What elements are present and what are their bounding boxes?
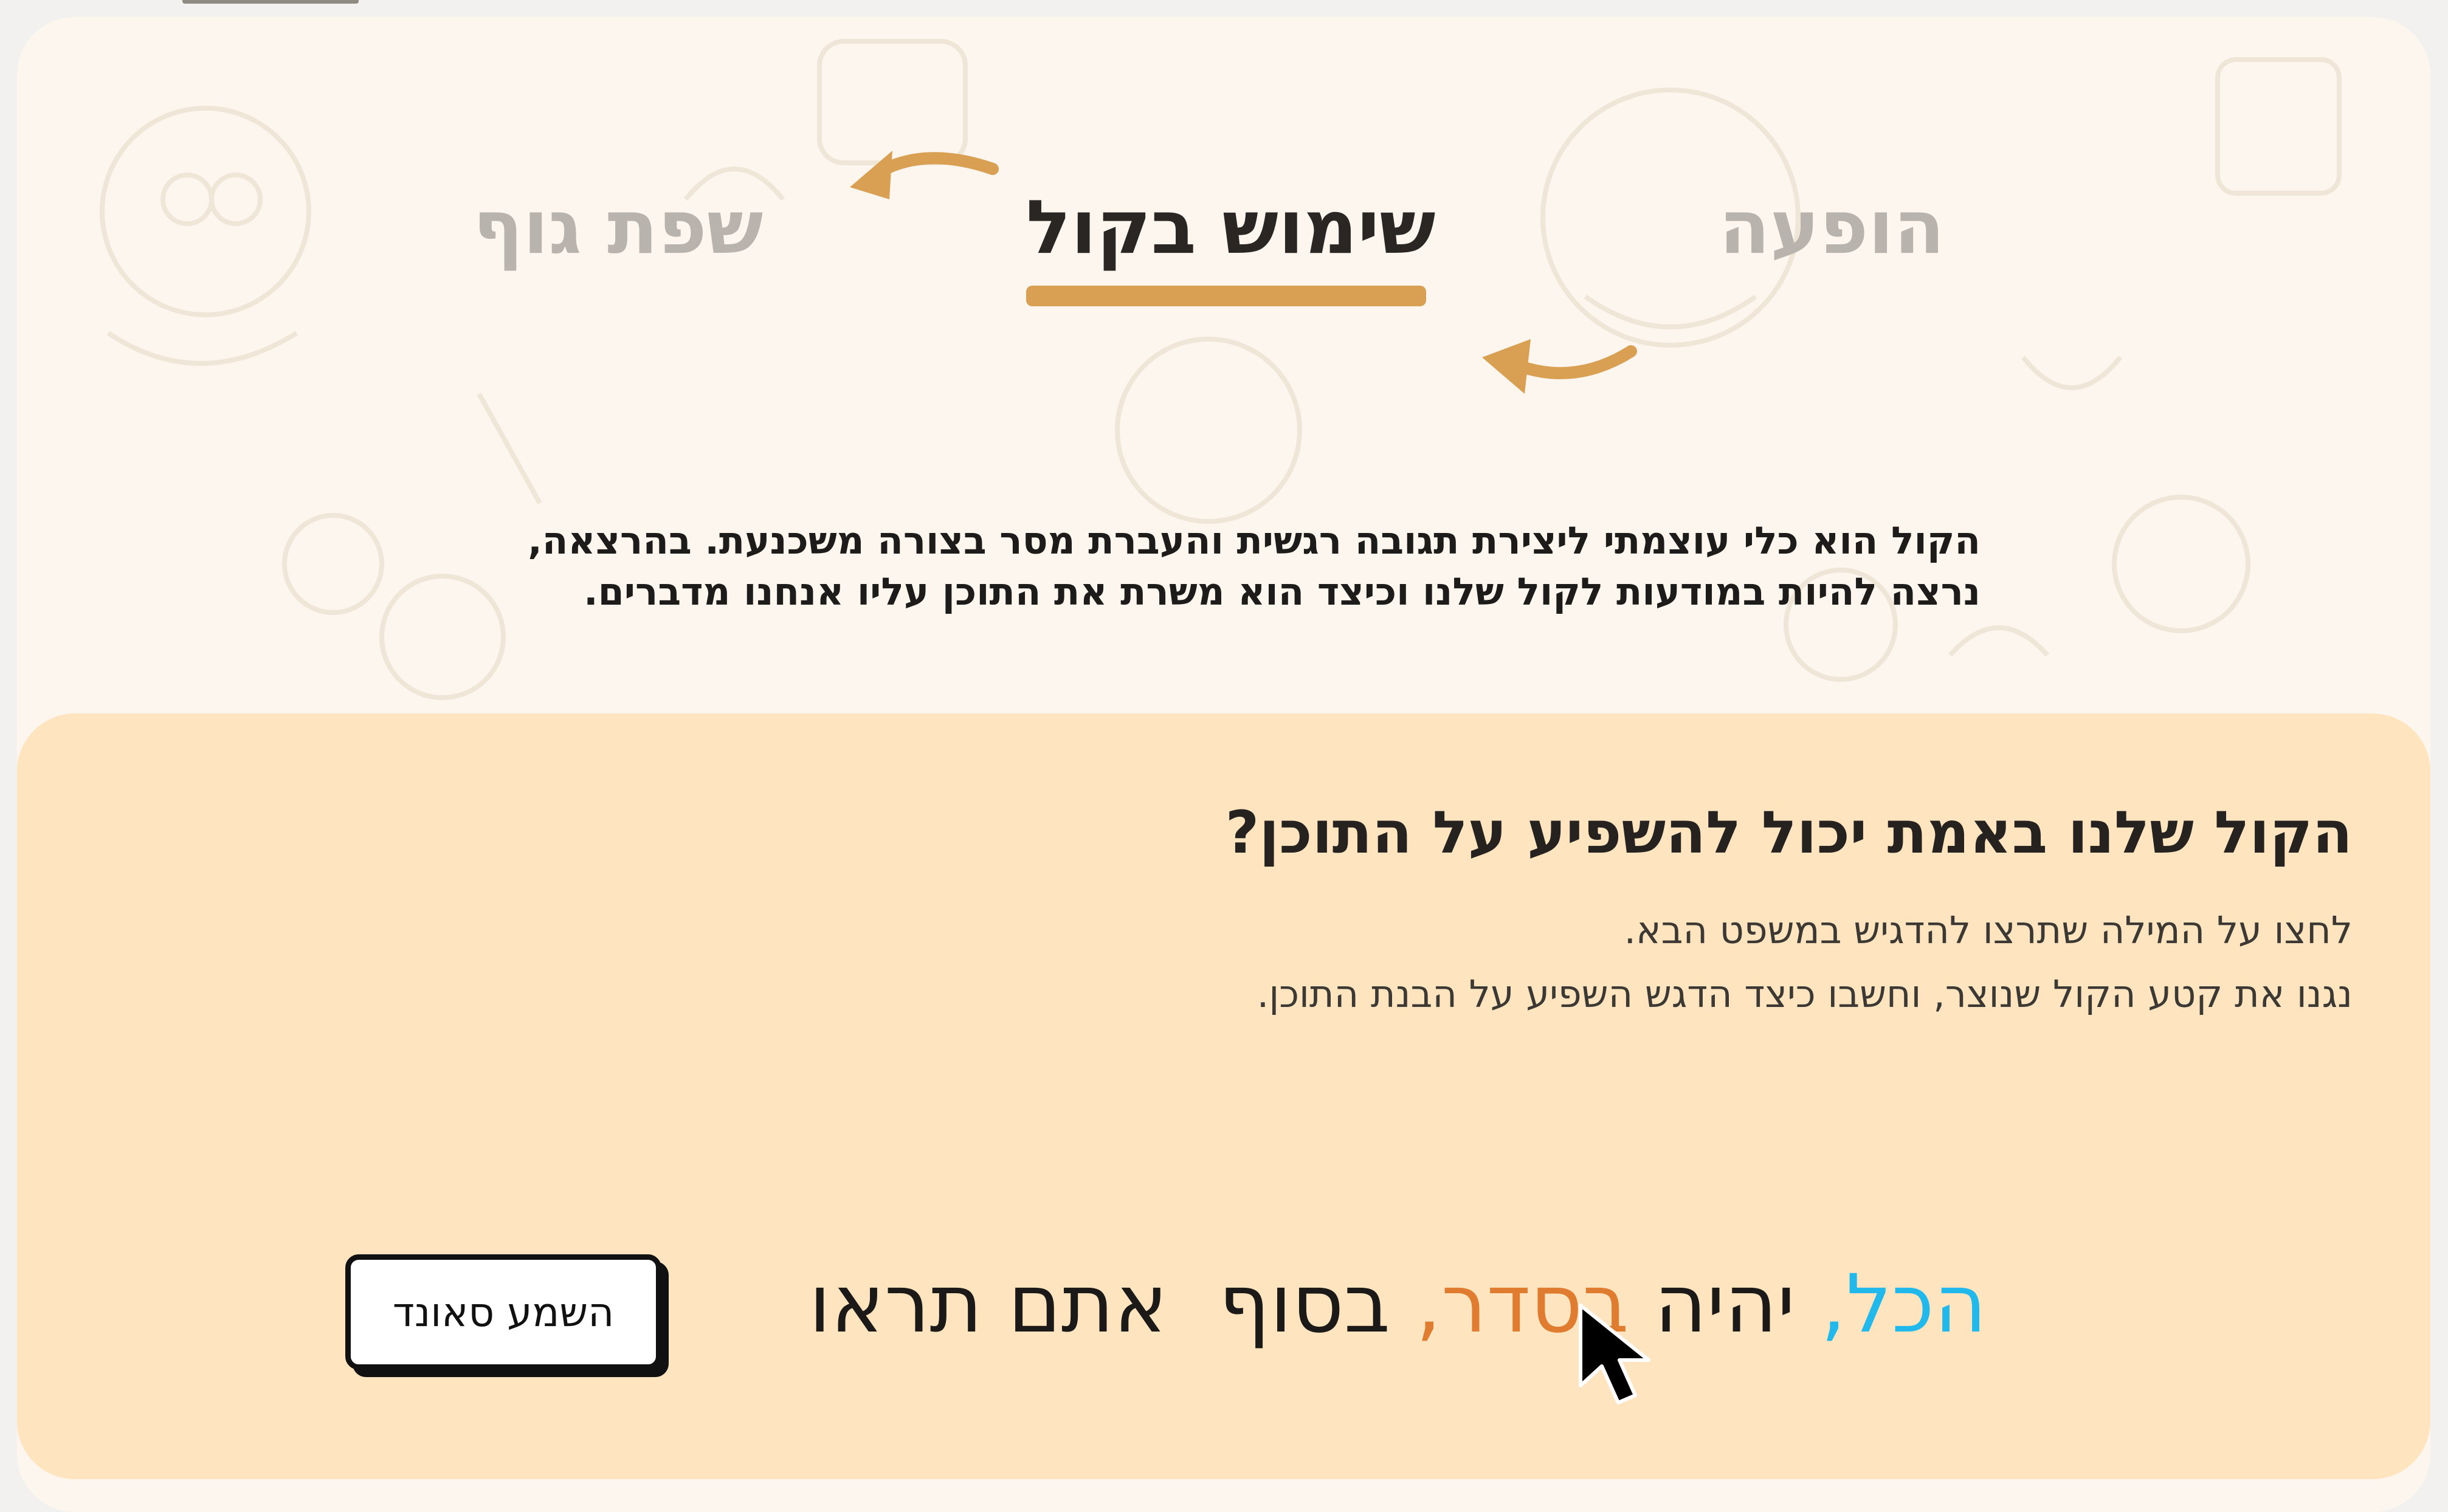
- tab-body-language[interactable]: שפת גוף: [473, 181, 763, 274]
- top-scroll-sliver: [182, 0, 359, 4]
- tab-bar: הופעה שימוש בקול שפת גוף: [17, 181, 2430, 339]
- emphasis-exercise-panel: הקול שלנו באמת יכול להשפיע על התוכן? לחצ…: [17, 713, 2430, 1479]
- page-card: הופעה שימוש בקול שפת גוף הקול הוא כלי עו…: [17, 17, 2430, 1512]
- active-tab-underline: [1026, 286, 1426, 306]
- word-you-will-see[interactable]: אתם תראו: [809, 1257, 1168, 1351]
- curved-arrow-icon: [850, 151, 999, 199]
- intro-line-1: הקול הוא כלי עוצמתי ליצירת תגובה רגשית ו…: [528, 518, 1981, 563]
- intro-text: הקול הוא כלי עוצמתי ליצירת תגובה רגשית ו…: [461, 515, 1981, 617]
- comma: ,: [1415, 1257, 1441, 1351]
- play-sound-button[interactable]: השמע סאונד: [345, 1254, 661, 1370]
- tab-voice-usage[interactable]: שימוש בקול: [1026, 181, 1436, 274]
- word-all[interactable]: הכל: [1846, 1257, 1987, 1351]
- panel-instruction-1: לחצו על המילה שתרצו להדגיש במשפט הבא.: [1624, 908, 2353, 952]
- mouse-pointer-icon: [1579, 1304, 1650, 1404]
- emphasis-sentence: הכל, יהיה בסדר, בסוף אתם תראו: [809, 1257, 1987, 1351]
- panel-title: הקול שלנו באמת יכול להשפיע על התוכן?: [1225, 799, 2353, 867]
- curved-arrow-icon: [1482, 339, 1637, 394]
- intro-line-2: נרצה להיות במודעות לקול שלנו וכיצד הוא מ…: [584, 569, 1981, 614]
- word-in-the-end[interactable]: בסוף: [1219, 1257, 1390, 1351]
- comma: ,: [1820, 1257, 1846, 1351]
- tab-appearance[interactable]: הופעה: [1719, 181, 1945, 274]
- panel-instruction-2: נגנו את קטע הקול שנוצר, וחשבו כיצד הדגש …: [1257, 972, 2353, 1016]
